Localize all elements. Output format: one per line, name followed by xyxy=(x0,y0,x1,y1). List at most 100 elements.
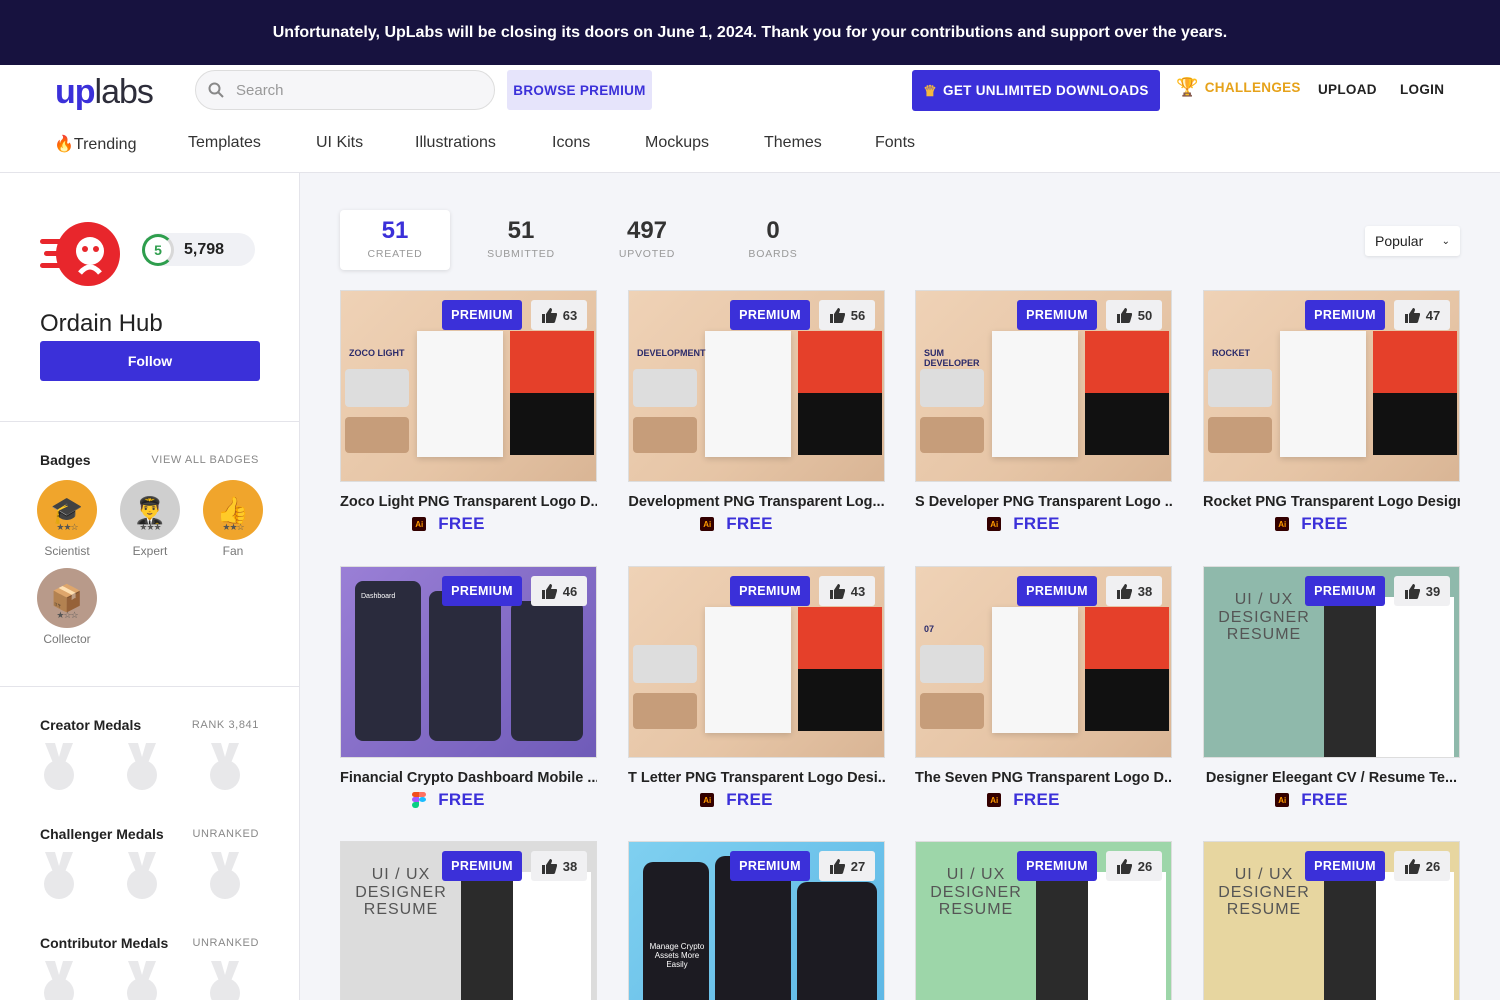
shot-card[interactable]: PREMIUM 27 Manage Crypto Assets More Easil… xyxy=(628,841,885,1000)
nav-item-fonts[interactable]: Fonts xyxy=(875,134,915,154)
badge-fan[interactable]: 👍 ★★☆ Fan xyxy=(202,480,264,558)
medal-placeholder-icon xyxy=(207,743,243,793)
graduation-cap-icon: 🎓 ★★☆ xyxy=(37,480,97,540)
badge-collector[interactable]: 📦 ★☆☆ Collector xyxy=(36,568,98,646)
shot-thumbnail[interactable]: PREMIUM 39 UI / UX DESIGNER RESUME xyxy=(1203,566,1460,758)
upvote-button[interactable]: 27 xyxy=(819,851,875,881)
thumbs-up-icon xyxy=(1404,307,1426,323)
sort-select[interactable]: Popular ⌄ xyxy=(1365,226,1460,256)
shot-title[interactable]: Financial Crypto Dashboard Mobile ... xyxy=(340,770,597,786)
nav-item-templates[interactable]: Templates xyxy=(188,134,316,154)
price-line: Ai FREE xyxy=(875,514,1172,534)
shot-thumbnail[interactable]: PREMIUM 63 ZOCO LIGHT xyxy=(340,290,597,482)
browse-premium-button[interactable]: BROWSE PREMIUM xyxy=(507,70,652,110)
price-line: Ai FREE xyxy=(588,790,885,810)
thumbs-up-icon xyxy=(1404,583,1426,599)
upload-link[interactable]: UPLOAD xyxy=(1318,82,1377,97)
shot-thumbnail[interactable]: PREMIUM 47 ROCKET xyxy=(1203,290,1460,482)
stat-label: CREATED xyxy=(367,248,423,260)
upvote-button[interactable]: 39 xyxy=(1394,576,1450,606)
upvote-button[interactable]: 56 xyxy=(819,300,875,330)
tab-created[interactable]: 51 CREATED xyxy=(340,210,450,270)
shot-card[interactable]: PREMIUM 63 ZOCO LIGHT Zoco Light PNG Transp… xyxy=(340,290,597,534)
thumbnail-brand-text: UI / UX DESIGNER RESUME xyxy=(355,866,447,919)
shot-card[interactable]: PREMIUM 43 T Letter PNG Transparent Logo D… xyxy=(628,566,885,810)
badge-expert[interactable]: 👨‍✈️ ★★★ Expert xyxy=(119,480,181,558)
shot-title[interactable]: T Letter PNG Transparent Logo Desi... xyxy=(628,770,885,786)
follow-button[interactable]: Follow xyxy=(40,341,260,381)
upvote-button[interactable]: 46 xyxy=(531,576,587,606)
upvote-button[interactable]: 47 xyxy=(1394,300,1450,330)
stat-number: 497 xyxy=(626,217,668,244)
shot-card[interactable]: PREMIUM 38 UI / UX DESIGNER RESUME xyxy=(340,841,597,1000)
nav-item-ui-kits[interactable]: UI Kits xyxy=(316,134,415,154)
upvote-button[interactable]: 63 xyxy=(531,300,587,330)
badge-scientist[interactable]: 🎓 ★★☆ Scientist xyxy=(36,480,98,558)
shot-card[interactable]: PREMIUM 39 UI / UX DESIGNER RESUME Designer… xyxy=(1203,566,1460,810)
thumbnail-brand-text: ZOCO LIGHT xyxy=(349,348,405,358)
shot-title[interactable]: Development PNG Transparent Log... xyxy=(628,494,885,510)
premium-badge: PREMIUM xyxy=(730,851,810,881)
shot-card[interactable]: PREMIUM 46 Dashboard Financial Crypto Dashb… xyxy=(340,566,597,810)
login-link[interactable]: LOGIN xyxy=(1400,82,1444,97)
shot-thumbnail[interactable]: PREMIUM 43 xyxy=(628,566,885,758)
nav-item-trending[interactable]: 🔥Trending xyxy=(54,134,188,154)
search-input[interactable]: Search xyxy=(195,70,495,110)
shot-card[interactable]: PREMIUM 47 ROCKET Rocket PNG Transparent Lo… xyxy=(1203,290,1460,534)
thumbnail-brand-text: 07 xyxy=(924,624,935,634)
upvote-button[interactable]: 50 xyxy=(1106,300,1162,330)
upvote-button[interactable]: 38 xyxy=(1106,576,1162,606)
profile-avatar[interactable] xyxy=(40,221,122,287)
shot-title[interactable]: The Seven PNG Transparent Logo D... xyxy=(915,770,1172,786)
shot-title[interactable]: Designer Eleegant CV / Resume Te... xyxy=(1203,770,1460,786)
shot-thumbnail[interactable]: PREMIUM 26 UI / UX DESIGNER RESUME xyxy=(915,841,1172,1000)
vote-count: 63 xyxy=(562,307,578,323)
shot-thumbnail[interactable]: PREMIUM 38 UI / UX DESIGNER RESUME xyxy=(340,841,597,1000)
tab-boards[interactable]: 0 BOARDS xyxy=(718,210,828,270)
shot-card[interactable]: PREMIUM 26 UI / UX DESIGNER RESUME xyxy=(915,841,1172,1000)
nav-item-themes[interactable]: Themes xyxy=(764,134,875,154)
shot-card[interactable]: PREMIUM 56 DEVELOPMENT Development PNG Tran… xyxy=(628,290,885,534)
shot-title[interactable]: Zoco Light PNG Transparent Logo D... xyxy=(340,494,597,510)
thumbs-up-icon xyxy=(541,583,563,599)
shot-thumbnail[interactable]: PREMIUM 46 Dashboard xyxy=(340,566,597,758)
shot-card[interactable]: PREMIUM 50 SUM DEVELOPER S Developer PNG Tr… xyxy=(915,290,1172,534)
premium-badge: PREMIUM xyxy=(1305,300,1385,330)
profile-stats-tabs: 51 CREATED 51 SUBMITTED 497 UPVOTED 0 BO… xyxy=(340,210,844,270)
shot-thumbnail[interactable]: PREMIUM 50 SUM DEVELOPER xyxy=(915,290,1172,482)
medal-placeholder-icon xyxy=(41,961,77,1000)
challenges-link[interactable]: 🏆 CHALLENGES xyxy=(1176,77,1301,98)
profile-content: 51 CREATED 51 SUBMITTED 497 UPVOTED 0 BO… xyxy=(301,173,1500,1000)
nav-item-icons[interactable]: Icons xyxy=(552,134,645,154)
view-all-badges-link[interactable]: VIEW ALL BADGES xyxy=(151,454,259,466)
shot-title[interactable]: Rocket PNG Transparent Logo Design xyxy=(1203,494,1460,510)
top-header: up labs Search BROWSE PREMIUM ♛ GET UNLIM… xyxy=(0,65,1500,173)
shot-card[interactable]: PREMIUM 38 07 The Seven PNG Transparent Log… xyxy=(915,566,1172,810)
shot-card[interactable]: PREMIUM 26 UI / UX DESIGNER RESUME xyxy=(1203,841,1460,1000)
stat-label: SUBMITTED xyxy=(487,248,555,260)
illustrator-icon: Ai xyxy=(1275,517,1290,531)
shot-title[interactable]: S Developer PNG Transparent Logo ... xyxy=(915,494,1172,510)
figma-icon xyxy=(412,792,427,808)
shot-thumbnail[interactable]: PREMIUM 38 07 xyxy=(915,566,1172,758)
premium-badge: PREMIUM xyxy=(1017,851,1097,881)
uplabs-logo[interactable]: up labs xyxy=(55,73,154,113)
divider xyxy=(0,421,299,422)
upvote-button[interactable]: 26 xyxy=(1394,851,1450,881)
price-label: FREE xyxy=(1013,514,1060,533)
tab-upvoted[interactable]: 497 UPVOTED xyxy=(592,210,702,270)
nav-item-mockups[interactable]: Mockups xyxy=(645,134,764,154)
shot-thumbnail[interactable]: PREMIUM 26 UI / UX DESIGNER RESUME xyxy=(1203,841,1460,1000)
vote-count: 38 xyxy=(562,858,578,874)
upvote-button[interactable]: 43 xyxy=(819,576,875,606)
shot-thumbnail[interactable]: PREMIUM 56 DEVELOPMENT xyxy=(628,290,885,482)
search-icon xyxy=(208,82,224,98)
upvote-button[interactable]: 38 xyxy=(531,851,587,881)
upvote-button[interactable]: 26 xyxy=(1106,851,1162,881)
tab-submitted[interactable]: 51 SUBMITTED xyxy=(466,210,576,270)
get-unlimited-downloads-button[interactable]: ♛ GET UNLIMITED DOWNLOADS xyxy=(912,70,1160,111)
shot-thumbnail[interactable]: PREMIUM 27 Manage Crypto Assets More Easil… xyxy=(628,841,885,1000)
price-line: Ai FREE xyxy=(1163,514,1460,534)
price-label: FREE xyxy=(438,514,485,533)
nav-item-illustrations[interactable]: Illustrations xyxy=(415,134,552,154)
